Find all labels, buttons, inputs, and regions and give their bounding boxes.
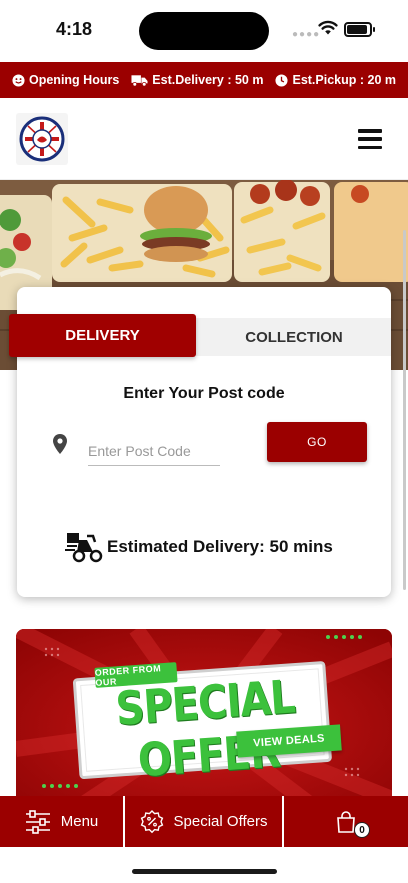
location-pin-icon [53,434,67,454]
logo-emblem-icon [19,116,65,162]
header [0,98,408,180]
shopping-bag-icon [337,810,355,833]
clock-icon [275,73,289,87]
order-type-card: DELIVERY COLLECTION Enter Your Post code… [9,287,391,597]
nav-special-offers-button[interactable]: Special Offers [123,796,284,847]
delivery-scooter-icon [65,533,103,563]
estimated-delivery-text: Estimated Delivery: 50 mins [107,537,333,556]
battery-level [347,25,368,34]
app-screen: 4:18 ●●●● Opening Hours Est.Delivery: 5… [0,0,408,883]
dynamic-island [139,12,269,50]
scrollbar[interactable] [403,230,406,590]
wifi-icon [318,20,338,35]
hamburger-menu-button[interactable] [358,129,382,149]
status-time: 4:18 [56,19,93,39]
cart-count-badge: 0 [354,822,370,838]
signal-icon: ●●●● [292,29,321,40]
tab-collection[interactable]: COLLECTION [197,318,391,356]
estimated-delivery: Estimated Delivery: 50 mins [65,530,333,564]
go-button[interactable]: GO [267,422,367,462]
battery-icon [344,22,375,37]
nav-menu-label: Menu [60,813,99,830]
est-delivery-label: Est.Delivery : 50 m [152,73,264,87]
hamburger-line [358,145,382,149]
nav-menu-button[interactable]: Menu [0,796,123,847]
hamburger-line [358,137,382,141]
nav-special-offers-label: Special Offers [173,813,268,830]
home-indicator[interactable] [132,869,277,874]
restaurant-logo[interactable] [16,113,68,165]
truck-icon [131,74,148,87]
est-pickup-label: Est.Pickup : 20 m [292,73,396,87]
sliders-icon [25,809,50,834]
smile-icon [12,73,25,87]
est-delivery: Est.Delivery : 50 m [131,73,263,87]
bottom-nav: Menu Special Offers 0 [0,796,408,847]
tab-delivery[interactable]: DELIVERY [9,314,196,357]
info-bar: Opening Hours Est.Delivery : 50 m Est.Pi… [0,62,408,98]
hamburger-line [358,129,382,133]
discount-badge-icon [140,809,163,833]
postcode-title: Enter Your Post code [123,385,285,402]
postcode-input[interactable] [88,436,220,466]
status-bar: 4:18 ●●●● [0,0,408,62]
opening-hours-label: Opening Hours [29,73,120,87]
opening-hours[interactable]: Opening Hours [12,73,119,87]
est-pickup: Est.Pickup : 20 m [275,73,396,87]
nav-cart-button[interactable]: 0 [284,796,408,847]
